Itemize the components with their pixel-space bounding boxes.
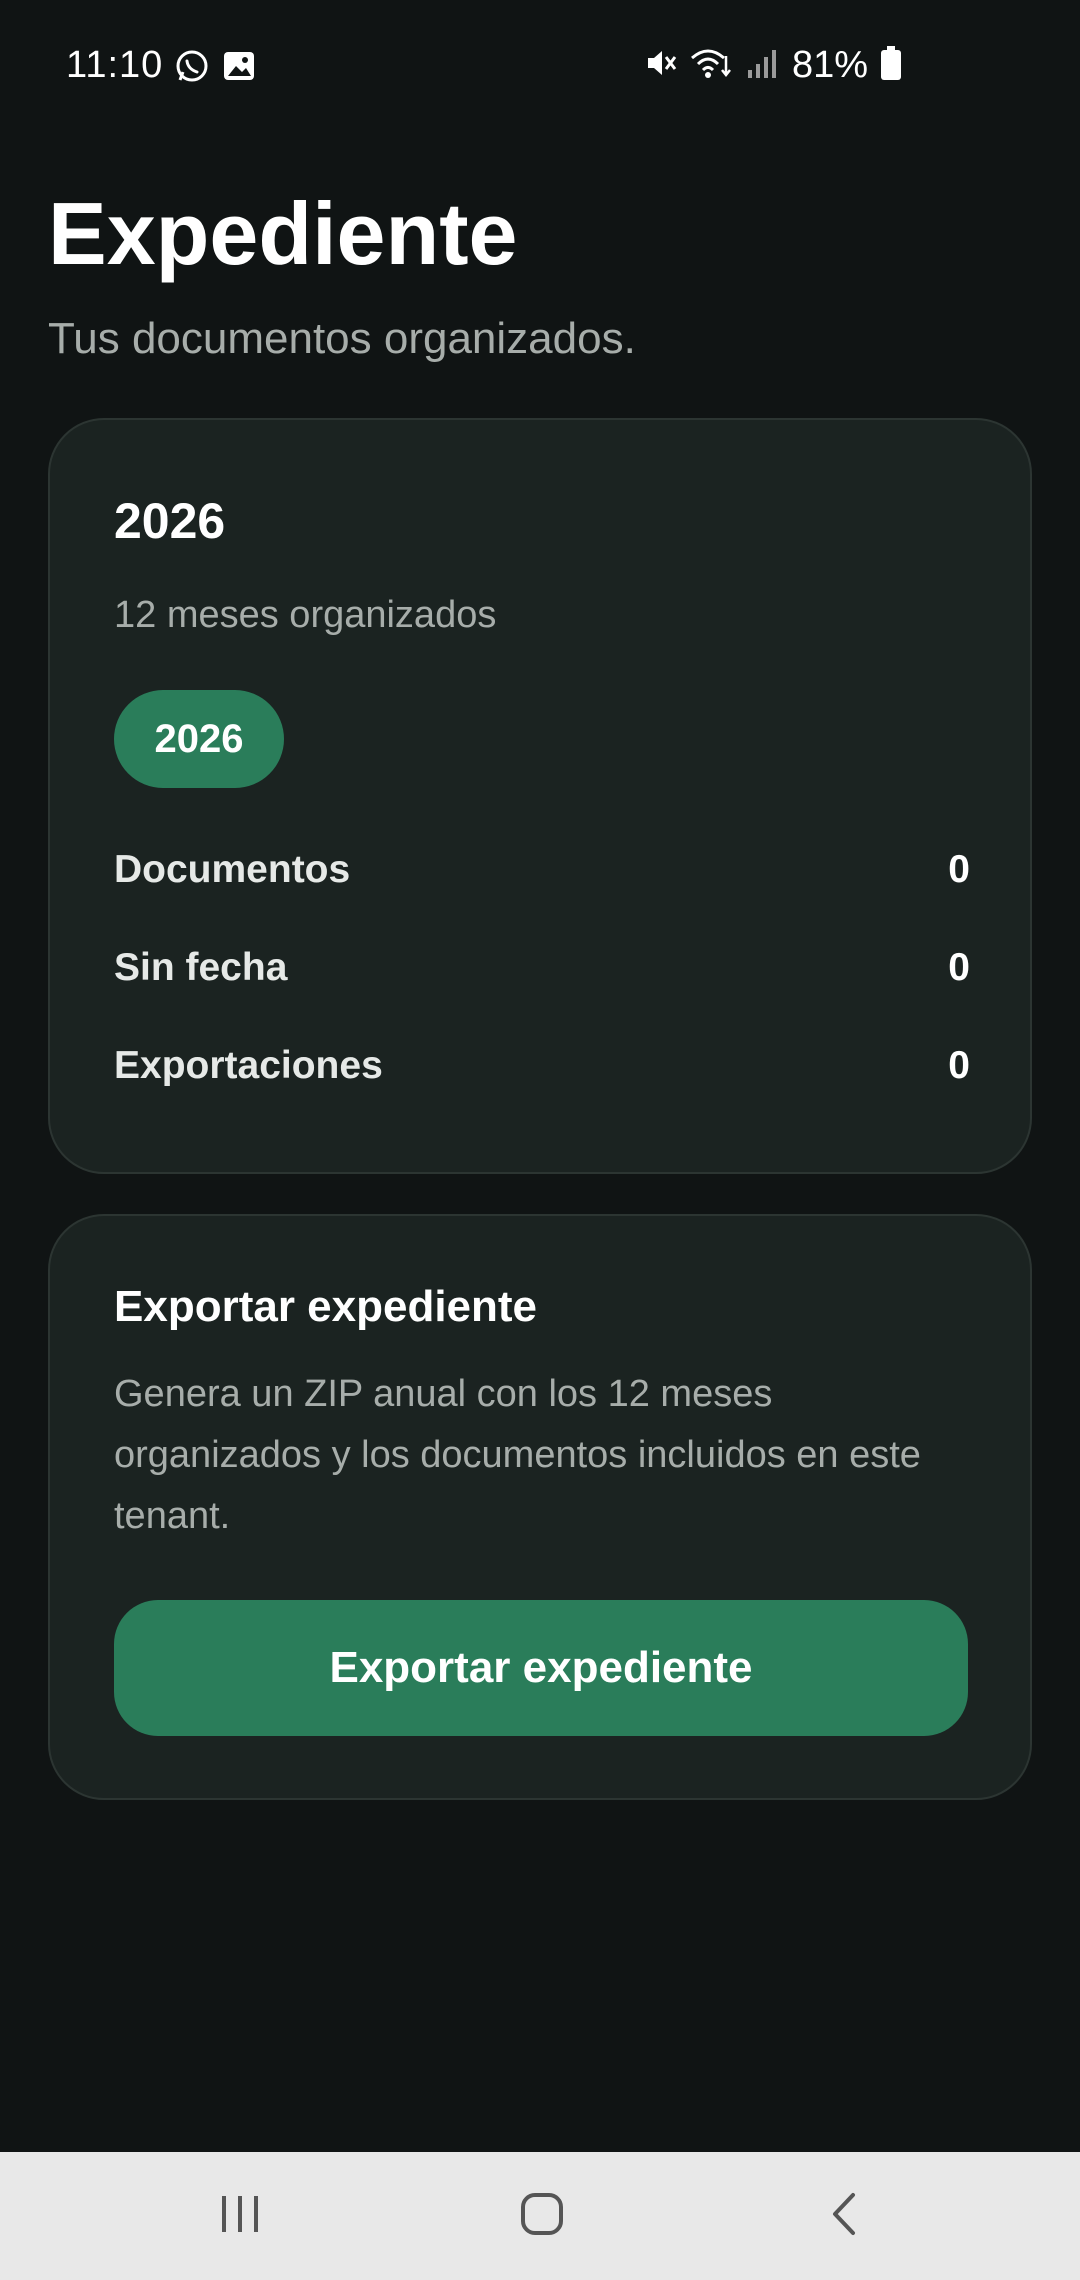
stat-value: 0 xyxy=(948,1044,970,1087)
stat-value: 0 xyxy=(948,848,970,891)
page-title: Expediente xyxy=(48,184,518,283)
year-chip-2026[interactable]: 2026 xyxy=(114,690,284,788)
export-button[interactable]: Exportar expediente xyxy=(114,1600,968,1736)
stat-value: 0 xyxy=(948,946,970,989)
recents-button[interactable] xyxy=(160,2152,320,2280)
export-card: Exportar expediente Genera un ZIP anual … xyxy=(48,1214,1032,1800)
wifi-icon xyxy=(690,46,734,85)
stat-row-documentos: Documentos 0 xyxy=(114,840,970,900)
stat-label: Documentos xyxy=(114,848,351,891)
home-icon xyxy=(519,2191,565,2242)
battery-percent: 81% xyxy=(791,44,868,86)
status-time: 11:10 xyxy=(66,44,164,86)
home-button[interactable] xyxy=(462,2152,622,2280)
year-subtitle: 12 meses organizados xyxy=(114,594,497,636)
system-nav-bar xyxy=(0,2152,1080,2280)
stat-label: Sin fecha xyxy=(114,946,288,989)
system-icons: 81% xyxy=(644,44,902,87)
stat-row-sin-fecha: Sin fecha 0 xyxy=(114,938,970,998)
back-icon xyxy=(829,2191,859,2242)
year-title: 2026 xyxy=(114,493,226,549)
page-subtitle: Tus documentos organizados. xyxy=(48,314,636,363)
stat-row-exportaciones: Exportaciones 0 xyxy=(114,1036,970,1096)
stat-label: Exportaciones xyxy=(114,1044,383,1087)
signal-icon xyxy=(746,46,780,85)
whatsapp-icon xyxy=(174,48,210,89)
export-card-title: Exportar expediente xyxy=(114,1282,538,1331)
status-bar: 11:10 81% xyxy=(0,0,1080,130)
battery-icon xyxy=(880,45,902,86)
back-button[interactable] xyxy=(764,2152,924,2280)
year-summary-card: 2026 12 meses organizados 2026 Documento… xyxy=(48,418,1032,1174)
mute-icon xyxy=(644,46,678,85)
notification-icons xyxy=(174,48,256,89)
export-card-description: Genera un ZIP anual con los 12 meses org… xyxy=(114,1373,921,1537)
recents-icon xyxy=(218,2194,262,2239)
gallery-icon xyxy=(222,49,256,88)
